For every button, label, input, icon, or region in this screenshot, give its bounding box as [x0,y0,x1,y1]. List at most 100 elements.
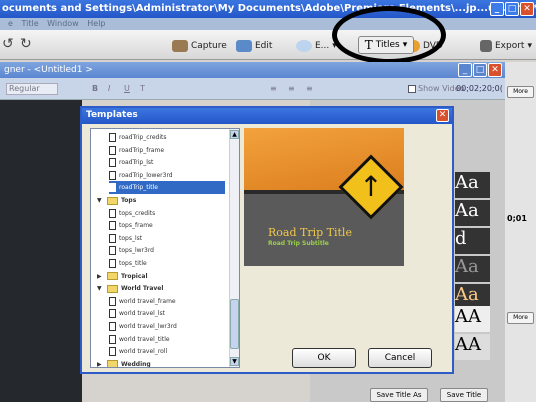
document-icon [109,233,116,243]
scroll-up-icon[interactable]: ▲ [230,130,239,139]
document-icon [109,145,116,155]
scroll-thumb[interactable] [230,299,239,349]
dialog-close-button[interactable]: ✕ [436,109,449,122]
style-sample[interactable]: Aa [455,256,490,282]
document-icon [109,259,116,268]
tree-item-label: roadTrip_credits [119,134,167,141]
highlight-circle [332,6,446,64]
tree-item[interactable]: roadTrip_lst [109,156,225,169]
text-size-icon[interactable]: T [140,84,145,93]
designer-close-button[interactable]: ✕ [488,63,502,77]
close-button[interactable]: ✕ [520,2,534,16]
tree-item-label: roadTrip_lower3rd [119,171,173,179]
tree-item[interactable]: world travel_frame [109,295,225,308]
format-toolbar: Regular B I U T ≡ ≡ ≡ Show Video 00;02;2… [0,78,505,100]
font-style-select[interactable]: Regular [6,83,58,95]
style-sample[interactable]: Aa [455,172,490,198]
dialog-title: Templates [86,110,138,120]
folder-icon [107,284,118,293]
collapse-icon[interactable]: ▼ [97,285,104,292]
tree-item[interactable]: roadTrip_title [109,181,225,195]
title-canvas [0,100,82,402]
document-icon [109,322,116,331]
tree-item-label: Tops [121,197,137,204]
tree-folder[interactable]: ▶ Wedding [97,358,225,367]
preview-subtitle: Road Trip Subtitle [268,240,329,247]
tree-item[interactable]: world travel_roll [109,345,225,358]
tree-item[interactable]: tops_frame [109,219,225,232]
tree-item[interactable]: world travel_lwr3rd [109,320,225,333]
expand-icon[interactable]: ▶ [97,273,104,280]
preview-title: Road Trip Title [268,226,352,239]
tree-item[interactable]: tops_lwr3rd [109,244,225,257]
document-icon [109,133,116,142]
italic-icon[interactable]: I [108,84,110,93]
align-left-icon[interactable]: ≡ [270,84,277,93]
menu-help[interactable]: Help [87,19,105,28]
tree-item[interactable]: tops_credits [109,207,225,220]
tree-item[interactable]: world travel_lst [109,307,225,320]
align-center-icon[interactable]: ≡ [288,84,295,93]
export-button[interactable]: Export ▾ [480,40,532,52]
tree-folder[interactable]: ▼ Tops [97,194,225,207]
right-panel: More 0;01 More [505,62,536,402]
tree-item-label: roadTrip_frame [119,146,165,154]
maximize-button[interactable]: □ [505,2,519,16]
cancel-button[interactable]: Cancel [368,348,432,368]
more-button[interactable]: More [507,86,534,98]
undo-icon[interactable]: ↺ [2,36,14,52]
tree-item-label: tops_title [119,260,147,267]
menu-title[interactable]: Title [21,19,38,28]
tree-item-label: world travel_lwr3rd [119,323,177,330]
expand-icon[interactable]: ▶ [97,361,104,367]
style-sample[interactable]: Aa [455,200,490,226]
minimize-button[interactable]: _ [490,2,504,16]
scroll-down-icon[interactable]: ▼ [230,357,239,366]
tree-item[interactable]: roadTrip_credits [109,131,225,144]
style-sample[interactable]: d [455,228,490,254]
templates-dialog: Templates ✕ ▲ ▼ roadTrip_credits roadTrip… [80,106,454,374]
template-tree[interactable]: ▲ ▼ roadTrip_credits roadTrip_frame roadTr… [90,128,240,368]
edit-button[interactable]: Edit [236,40,272,52]
save-title-button[interactable]: Save Title [440,388,488,402]
tree-folder[interactable]: ▶ Tropical [97,270,225,283]
effects-button[interactable]: E... ▾ [296,40,337,52]
window-title: ocuments and Settings\Administrator\My D… [2,3,536,14]
designer-minimize-button[interactable]: _ [458,63,472,77]
document-icon [109,296,116,306]
tree-item[interactable]: roadTrip_frame [109,144,225,157]
folder-icon [107,272,118,281]
camera-icon [172,40,188,52]
style-sample[interactable]: AA [455,306,490,332]
document-icon [109,158,116,168]
template-preview: ↑ Road Trip Title Road Trip Subtitle [244,128,404,266]
tree-folder[interactable]: ▼ World Travel [97,282,225,295]
designer-maximize-button[interactable]: □ [473,63,487,77]
collapse-icon[interactable]: ▼ [97,197,104,204]
folder-icon [107,360,118,367]
road-fork-icon: ↑ [359,170,383,203]
align-right-icon[interactable]: ≡ [306,84,313,93]
bold-icon[interactable]: B [92,84,98,93]
tree-item-label: roadTrip_lst [119,159,154,167]
style-sample[interactable]: AA [455,334,490,360]
underline-icon[interactable]: U [124,84,130,93]
tree-item-label: Tropical [121,272,148,280]
document-icon [109,208,116,218]
tree-item-label: world travel_lst [119,310,165,318]
ok-button[interactable]: OK [292,348,356,368]
folder-icon [107,196,118,205]
menu-edit[interactable]: e [8,19,13,28]
tree-item[interactable]: tops_title [109,257,225,270]
tree-item[interactable]: tops_lst [109,232,225,245]
tree-item[interactable]: world travel_title [109,333,225,346]
redo-icon[interactable]: ↻ [20,36,32,52]
show-video-checkbox[interactable] [408,84,416,93]
timecode[interactable]: 00;02;20;0( [456,84,503,93]
app-title-bar: ocuments and Settings\Administrator\My D… [0,0,536,18]
capture-button[interactable]: Capture [172,40,227,52]
menu-window[interactable]: Window [47,19,79,28]
tree-item[interactable]: roadTrip_lower3rd [109,169,225,182]
save-title-as-button[interactable]: Save Title As [370,388,428,402]
more-button[interactable]: More [507,312,534,324]
